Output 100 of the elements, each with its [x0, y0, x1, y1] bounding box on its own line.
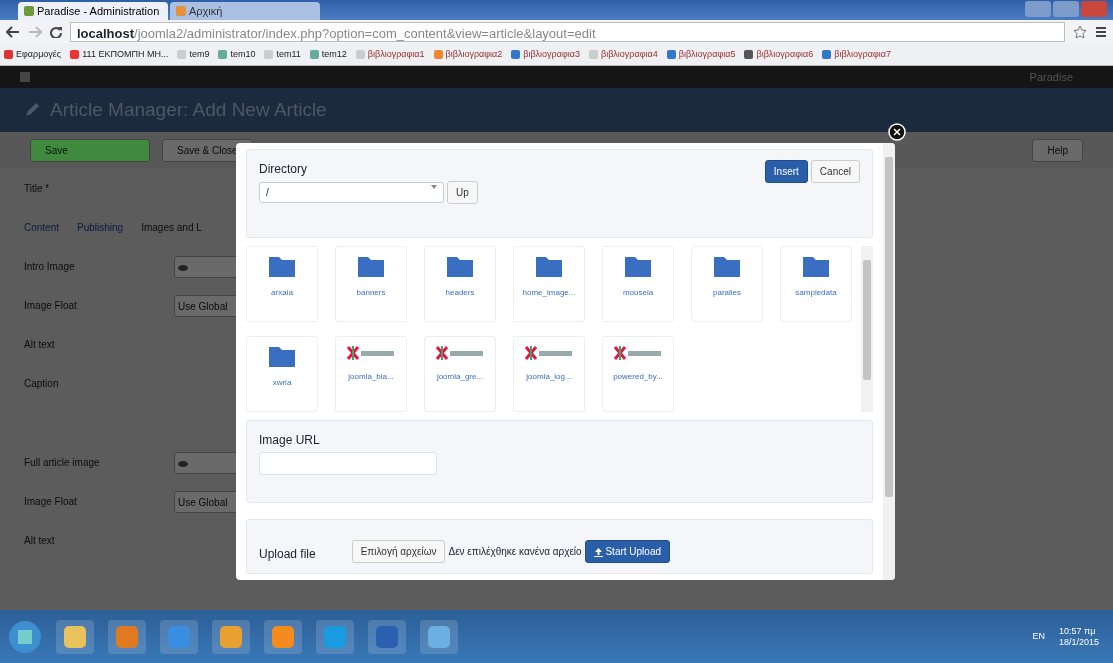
- file-name: banners: [356, 286, 386, 299]
- bookmark-link[interactable]: βιβλιογραφια4: [589, 47, 658, 62]
- taskbar-app-icon[interactable]: [368, 619, 406, 654]
- bookmark-link[interactable]: βιβλιογραφια1: [355, 47, 425, 62]
- logo-thumbnail: [524, 344, 574, 361]
- field-label: Image Float: [24, 495, 78, 509]
- tab-favicon-icon: [24, 6, 34, 16]
- caret-icon: [431, 185, 437, 189]
- toolbar-button[interactable]: Save: [30, 138, 150, 162]
- no-file-text: Δεν επιλέχθηκε κανένα αρχείο: [448, 545, 582, 559]
- file-name: xwria: [272, 376, 292, 389]
- address-field[interactable]: localhost/joomla2/administrator/index.php?option=com_content&view=article&layout=edit: [70, 22, 1065, 42]
- file-tile[interactable]: joomla_log...: [513, 335, 585, 412]
- file-tile[interactable]: sampledata: [780, 245, 852, 322]
- menu-icon[interactable]: [1095, 26, 1107, 38]
- file-tile[interactable]: home_image...: [513, 245, 585, 322]
- file-tile[interactable]: joomla_gre...: [424, 335, 496, 412]
- taskbar-app-icon[interactable]: [56, 619, 94, 654]
- bookmark-icon: [822, 50, 832, 59]
- bookmark-link[interactable]: βιβλιογραφια5: [666, 47, 736, 62]
- taskbar-app-icon[interactable]: [212, 619, 250, 654]
- taskbar-app-icon[interactable]: [264, 619, 302, 654]
- folder-icon: [269, 344, 295, 367]
- bookmark-icon: [511, 50, 521, 59]
- bookmark-link[interactable]: tem10: [218, 47, 256, 62]
- folder-icon: [625, 254, 651, 277]
- file-tile[interactable]: joomla_bla...: [335, 335, 407, 412]
- file-name: joomla_gre...: [436, 370, 484, 383]
- bookmark-icon: [355, 50, 365, 59]
- folder-icon: [358, 254, 384, 277]
- directory-label: Directory: [259, 161, 308, 178]
- bookmark-link[interactable]: βιβλιογραφια2: [433, 47, 503, 62]
- bookmark-link[interactable]: βιβλιογραφια3: [511, 47, 580, 62]
- bookmark-icon: [70, 50, 80, 59]
- grid-scrollbar[interactable]: [861, 245, 873, 412]
- browser-tab[interactable]: Αρχική: [170, 2, 320, 20]
- folder-icon: [269, 254, 295, 277]
- bookmark-link[interactable]: tem11: [264, 47, 301, 62]
- file-name: joomla_log...: [526, 370, 572, 383]
- reload-icon[interactable]: [50, 26, 62, 38]
- bookmark-icon: [264, 50, 274, 59]
- insert-button[interactable]: Insert: [764, 160, 808, 183]
- taskbar-app-icon[interactable]: [160, 619, 198, 654]
- clock-time: 10:57 πμ: [1058, 625, 1097, 637]
- field-label: Title *: [24, 181, 51, 196]
- upload-icon: [593, 547, 603, 557]
- help-button[interactable]: Help: [1032, 138, 1083, 162]
- file-tile[interactable]: mouseia: [602, 245, 674, 322]
- file-name: joomla_bla...: [348, 370, 394, 383]
- file-tile[interactable]: paralies: [691, 245, 763, 322]
- joomla-logo-icon: [20, 72, 30, 82]
- bookmark-link[interactable]: 111 ΕΚΠΟΜΠΗ ΜΗ...: [70, 47, 169, 62]
- back-icon[interactable]: [6, 26, 20, 38]
- bookmark-icon: [589, 50, 598, 59]
- bookmark-link[interactable]: Εφαρμογές: [4, 47, 62, 62]
- bookmark-link[interactable]: tem12: [309, 47, 347, 62]
- file-tile[interactable]: xwria: [246, 335, 318, 412]
- file-name: paralies: [713, 286, 741, 299]
- file-tile[interactable]: headers: [424, 245, 496, 322]
- close-icon[interactable]: [888, 123, 906, 141]
- star-icon[interactable]: [1073, 25, 1087, 39]
- choose-files-button[interactable]: Επιλογή αρχείων: [351, 540, 446, 563]
- file-tile[interactable]: arxaia: [246, 245, 318, 322]
- directory-select[interactable]: /: [259, 182, 444, 203]
- bookmark-link[interactable]: βιβλιογραφια7: [822, 47, 891, 62]
- bookmark-icon: [218, 50, 228, 59]
- start-upload-button[interactable]: Start Upload: [584, 540, 671, 563]
- file-tile[interactable]: powered_by...: [602, 335, 674, 412]
- file-tile[interactable]: banners: [335, 245, 407, 322]
- field-label: Image Float: [24, 299, 78, 313]
- image-url-field[interactable]: [259, 451, 437, 476]
- browser-tab[interactable]: Paradise - Administration: [18, 2, 168, 20]
- bookmark-icon: [433, 50, 443, 59]
- bookmark-icon: [177, 50, 187, 59]
- logo-thumbnail: [613, 344, 663, 361]
- modal-scrollbar[interactable]: [883, 143, 895, 580]
- tab-favicon-icon: [176, 6, 186, 16]
- field-label: Intro Image: [24, 260, 76, 274]
- upload-label: Upload file: [259, 546, 316, 563]
- bookmark-icon: [4, 50, 13, 59]
- cancel-button[interactable]: Cancel: [810, 160, 860, 183]
- folder-icon: [803, 254, 829, 277]
- start-button[interactable]: [8, 619, 42, 654]
- field-label: Caption: [24, 377, 60, 391]
- image-url-label: Image URL: [259, 431, 321, 449]
- up-button[interactable]: Up: [447, 181, 478, 204]
- file-name: home_image...: [522, 286, 576, 299]
- taskbar-app-icon[interactable]: [108, 619, 146, 654]
- field-label: Alt text: [24, 338, 56, 352]
- folder-icon: [536, 254, 562, 277]
- file-name: powered_by...: [613, 370, 663, 383]
- taskbar-app-icon[interactable]: [420, 619, 458, 654]
- folder-icon: [447, 254, 473, 277]
- bookmark-link[interactable]: tem9: [177, 47, 210, 62]
- bookmark-link[interactable]: βιβλιογραφια6: [744, 47, 814, 62]
- eye-icon: [178, 460, 188, 467]
- language-indicator[interactable]: EN: [1032, 629, 1045, 644]
- pencil-icon: [24, 102, 40, 118]
- forward-icon[interactable]: [28, 26, 42, 38]
- taskbar-app-icon[interactable]: [316, 619, 354, 654]
